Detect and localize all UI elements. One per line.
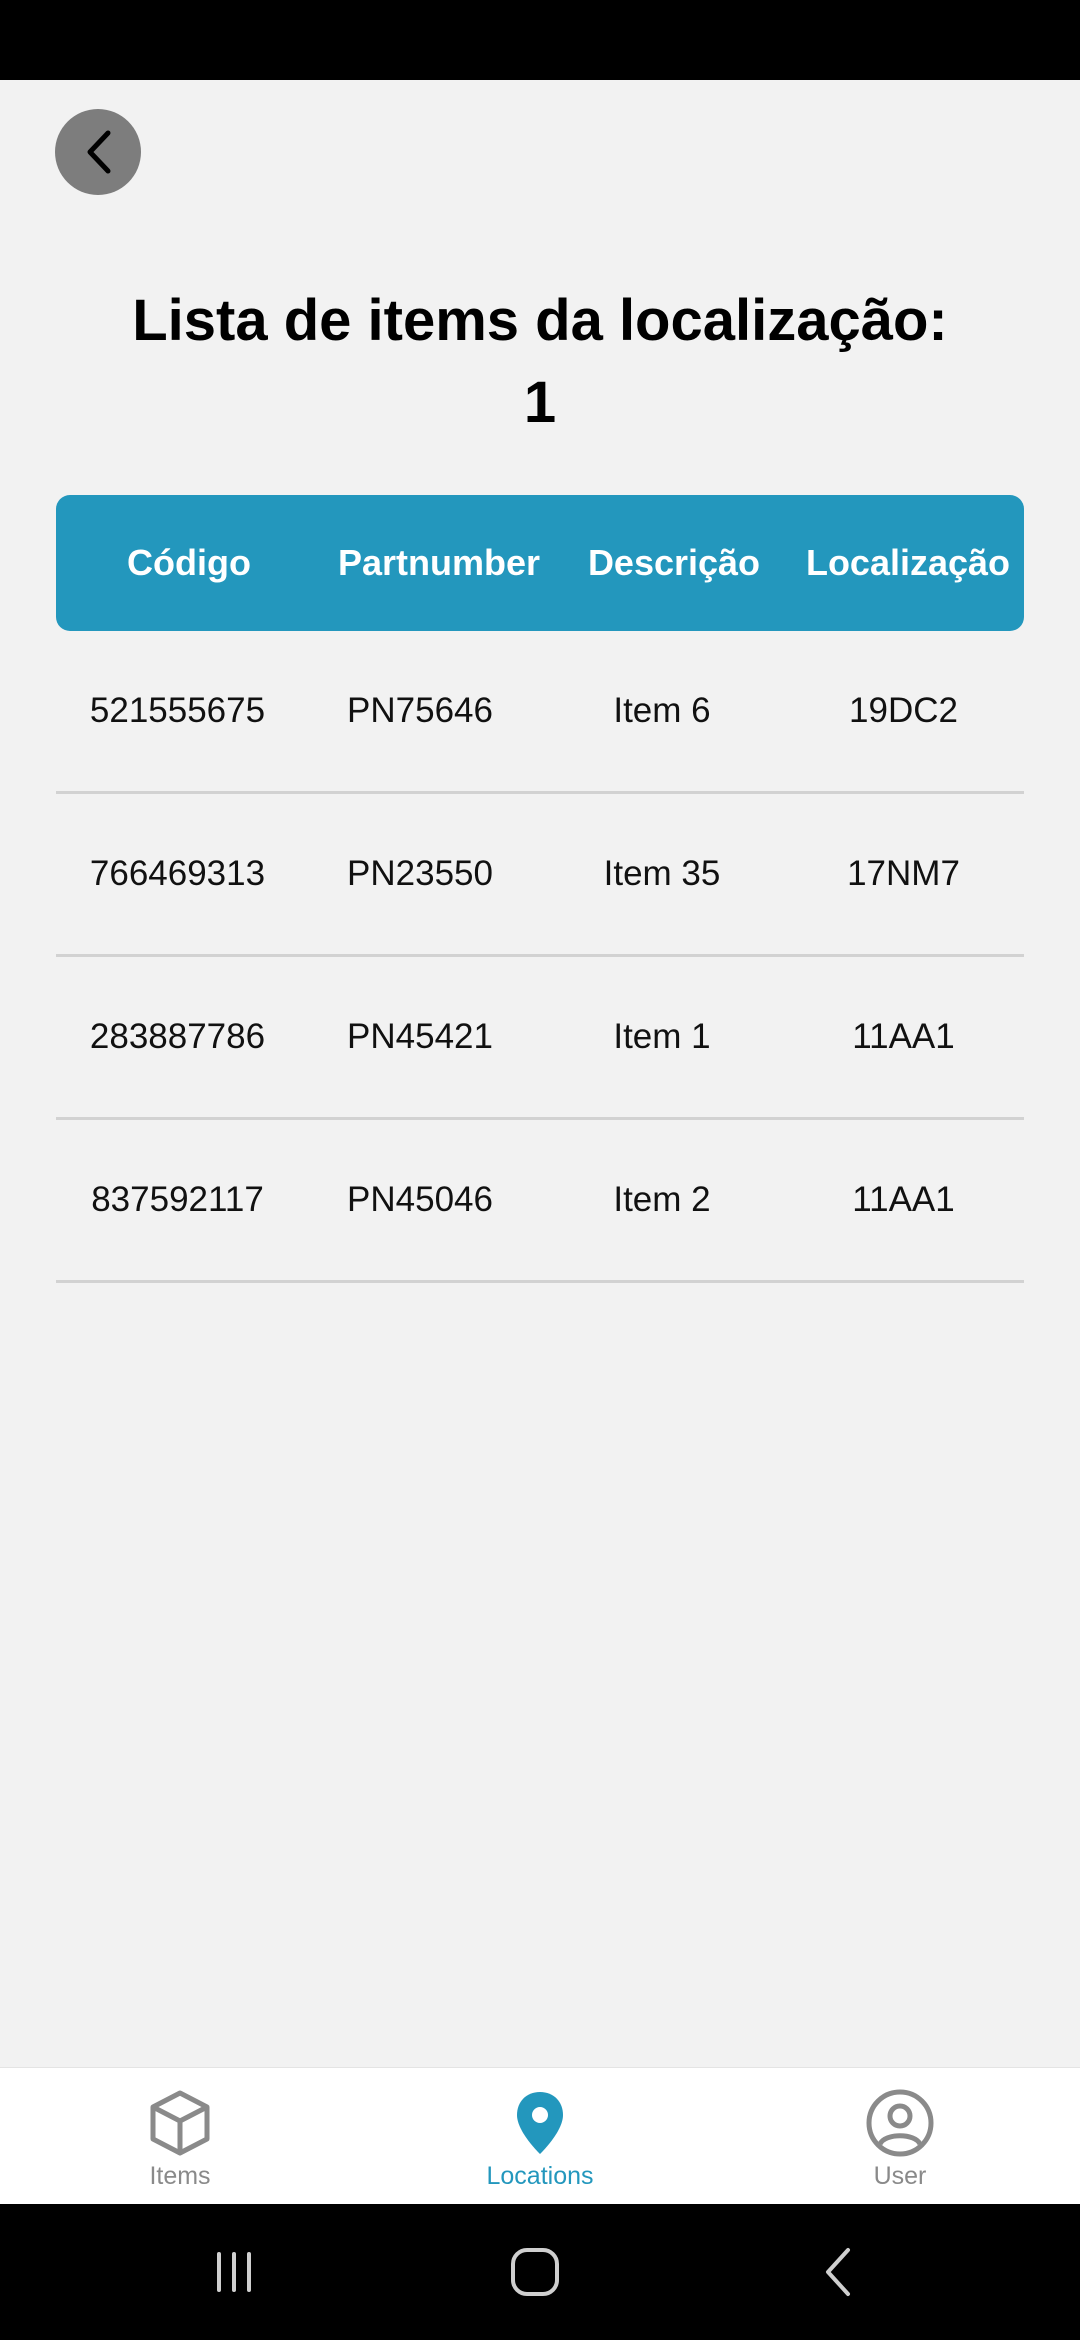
cell-descricao: Item 2 [613, 1180, 711, 1219]
cell-localizacao: 11AA1 [852, 1017, 955, 1056]
column-header-codigo[interactable]: Código [56, 542, 322, 584]
user-circle-icon [866, 2089, 934, 2157]
page-title: Lista de items da localização: 1 [0, 280, 1080, 444]
tab-user[interactable]: User [720, 2068, 1080, 2205]
cell-partnumber: PN75646 [347, 691, 493, 730]
table-row[interactable]: 521555675 PN75646 Item 6 19DC2 [56, 631, 1024, 794]
tab-locations[interactable]: Locations [360, 2068, 720, 2205]
location-pin-icon [517, 2092, 563, 2154]
tab-locations-label: Locations [486, 2162, 594, 2190]
cell-codigo: 766469313 [89, 854, 266, 893]
cell-codigo: 283887786 [89, 1017, 266, 1056]
app-screen: Lista de items da localização: 1 Código … [0, 80, 1080, 2067]
cube-icon [150, 2090, 210, 2156]
home-icon[interactable] [505, 2242, 565, 2302]
cell-partnumber: PN23550 [347, 854, 493, 893]
cell-partnumber: PN45421 [347, 1017, 493, 1056]
table-header: Código Partnumber Descrição Localização [56, 495, 1024, 631]
chevron-left-icon [87, 130, 111, 174]
bottom-tab-bar: Items Locations User [0, 2067, 1080, 2205]
column-header-partnumber[interactable]: Partnumber [322, 542, 556, 584]
status-bar [0, 0, 1080, 80]
cell-descricao: Item 6 [613, 691, 711, 730]
cell-partnumber: PN45046 [347, 1180, 493, 1219]
cell-descricao: Item 35 [603, 854, 721, 893]
back-button[interactable] [55, 109, 141, 195]
cell-descricao: Item 1 [613, 1017, 711, 1056]
system-back-icon[interactable] [810, 2242, 870, 2302]
page-title-line1: Lista de items da localização: [132, 288, 948, 353]
table-row[interactable]: 283887786 PN45421 Item 1 11AA1 [56, 957, 1024, 1120]
cell-codigo: 521555675 [89, 691, 266, 730]
table-row[interactable]: 766469313 PN23550 Item 35 17NM7 [56, 794, 1024, 957]
system-navigation-bar [0, 2204, 1080, 2340]
column-header-descricao[interactable]: Descrição [556, 542, 792, 584]
column-header-localizacao[interactable]: Localização [792, 542, 1024, 584]
tab-user-label: User [873, 2162, 927, 2190]
page-title-location-id: 1 [523, 370, 557, 435]
recent-apps-icon[interactable] [204, 2242, 264, 2302]
cell-codigo: 837592117 [91, 1180, 264, 1219]
cell-localizacao: 11AA1 [852, 1180, 955, 1219]
tab-items-label: Items [149, 2162, 211, 2190]
cell-localizacao: 17NM7 [847, 854, 960, 893]
table-row[interactable]: 837592117 PN45046 Item 2 11AA1 [56, 1120, 1024, 1283]
cell-localizacao: 19DC2 [849, 691, 958, 730]
items-table: Código Partnumber Descrição Localização … [56, 495, 1024, 1283]
tab-items[interactable]: Items [0, 2068, 360, 2205]
